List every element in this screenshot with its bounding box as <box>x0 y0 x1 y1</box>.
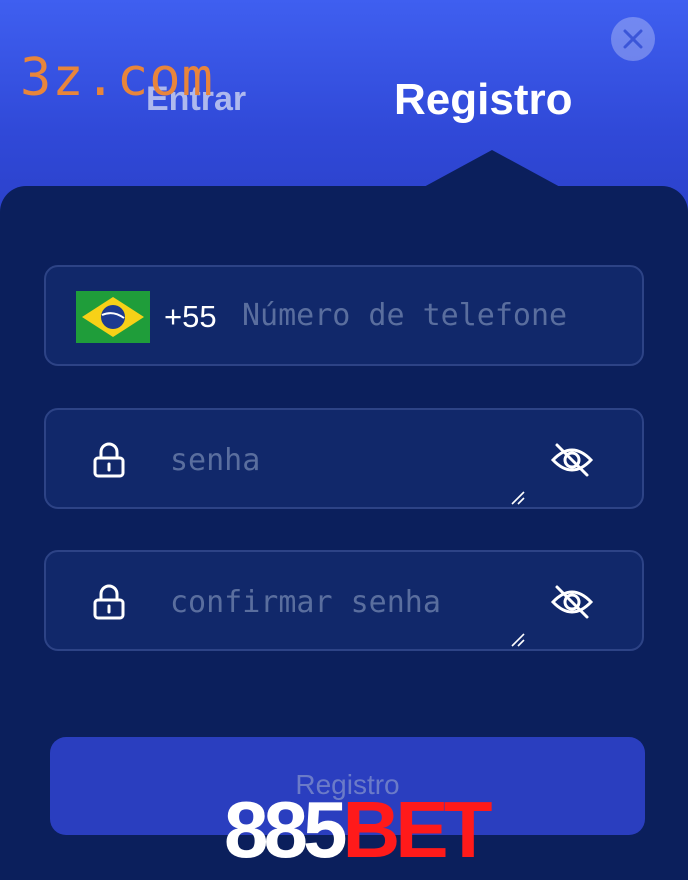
brand-suffix: BET <box>342 785 492 874</box>
brand-number: 885 <box>224 785 348 874</box>
confirm-password-input[interactable]: confirmar senha <box>170 588 441 618</box>
confirm-password-field[interactable]: confirmar senha <box>44 550 644 651</box>
close-button[interactable] <box>611 17 655 61</box>
resize-handle-icon[interactable] <box>510 632 526 648</box>
watermark: 3z.com <box>20 48 214 108</box>
active-tab-pointer <box>422 150 562 188</box>
brand-logo: 885BET <box>224 790 492 870</box>
password-field[interactable]: senha <box>44 408 644 509</box>
password-input[interactable]: senha <box>170 446 260 476</box>
lock-icon <box>93 442 125 478</box>
eye-slash-icon[interactable] <box>550 584 594 620</box>
resize-handle-icon[interactable] <box>510 490 526 506</box>
phone-field[interactable]: +55 Número de telefone <box>44 265 644 366</box>
eye-slash-icon[interactable] <box>550 442 594 478</box>
close-icon <box>623 29 643 49</box>
lock-icon <box>93 584 125 620</box>
brazil-flag-icon[interactable] <box>76 291 150 343</box>
tab-register[interactable]: Registro <box>394 78 572 122</box>
country-code[interactable]: +55 <box>164 301 217 332</box>
phone-input[interactable]: Número de telefone <box>242 301 602 331</box>
